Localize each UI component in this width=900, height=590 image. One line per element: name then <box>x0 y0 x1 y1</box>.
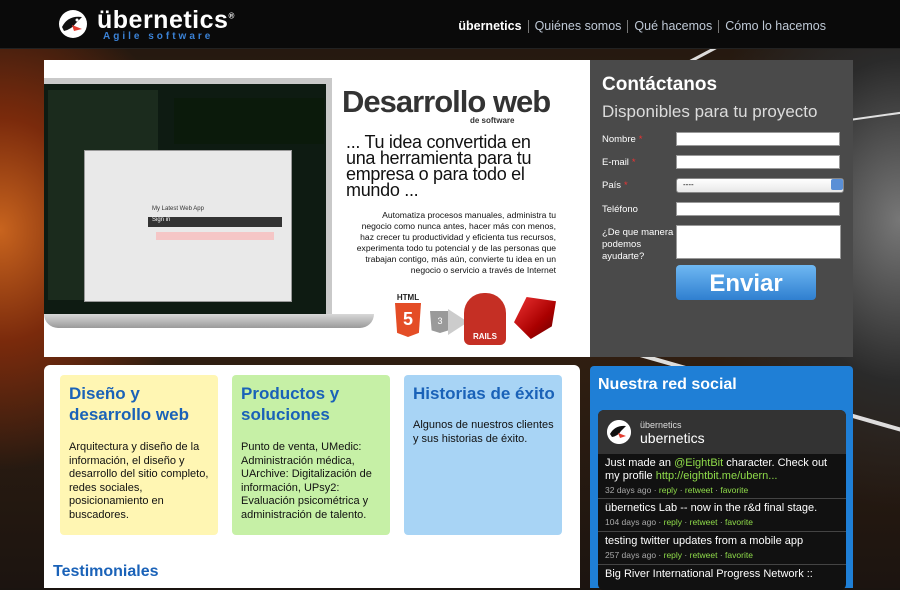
tweet-mention-link[interactable]: @EightBit <box>674 457 723 469</box>
twitter-account-name[interactable]: ubernetics <box>640 430 705 446</box>
nav-item-como-lo-hacemos[interactable]: Cómo lo hacemos <box>719 19 832 33</box>
laptop-screen-image: My Latest Web App Sign in <box>44 78 332 314</box>
contact-subtitle: Disponibles para tu proyecto <box>602 102 818 121</box>
email-field[interactable] <box>676 155 840 169</box>
social-panel: Nuestra red social übernetics ubernetics… <box>590 366 853 590</box>
tweet-meta: 104 days ago · reply · retweet · favorit… <box>605 517 753 527</box>
favorite-link[interactable]: favorite <box>725 517 753 527</box>
technology-badges: HTML 5 3 RAILS <box>392 293 582 345</box>
penguin-logo-icon[interactable] <box>58 9 88 39</box>
card-title[interactable]: Productos y soluciones <box>241 383 386 425</box>
reply-link[interactable]: reply <box>664 550 682 560</box>
card-text: Punto de venta, UMedic: Administración m… <box>241 441 372 521</box>
tweet-text: Big River International Progress Network… <box>605 568 813 580</box>
retweet-link[interactable]: retweet <box>690 517 718 527</box>
hero-banner: My Latest Web App Sign in Desarrollo web… <box>44 60 590 357</box>
twitter-account-small[interactable]: übernetics <box>640 420 682 430</box>
select-arrows-icon <box>831 179 843 190</box>
country-label: País * <box>602 180 628 191</box>
retweet-link[interactable]: retweet <box>690 550 718 560</box>
nav-item-quienes-somos[interactable]: Quiénes somos <box>529 19 628 33</box>
avatar[interactable] <box>607 420 631 444</box>
card-title[interactable]: Historias de éxito <box>413 383 558 404</box>
reply-link[interactable]: reply <box>659 485 677 495</box>
tweet-meta: 32 days ago · reply · retweet · favorite <box>605 485 749 495</box>
ruby-gem-icon <box>514 297 556 339</box>
phone-field[interactable] <box>676 202 840 216</box>
terminal-image <box>174 98 324 144</box>
tweet-text: testing twitter updates from a mobile ap… <box>605 535 804 547</box>
twitter-widget: übernetics ubernetics Just made an @Eigh… <box>598 410 846 590</box>
contact-title: Contáctanos <box>602 74 718 95</box>
favorite-link[interactable]: favorite <box>720 485 748 495</box>
retweet-link[interactable]: retweet <box>685 485 713 495</box>
laptop-alert-bar <box>156 232 274 240</box>
brand-tagline: Agile software <box>103 31 214 42</box>
tweet-link[interactable]: http://eightbit.me/ubern... <box>656 470 778 482</box>
site-header: übernetics® Agile software übernetics Qu… <box>0 0 900 49</box>
message-label: ¿De que manera podemos ayudarte? <box>602 227 674 262</box>
social-title: Nuestra red social <box>598 376 737 393</box>
tweet-text: Just made an @EightBit character. Check … <box>605 457 828 482</box>
card-historias[interactable]: Historias de éxito Algunos de nuestros c… <box>404 375 562 535</box>
name-field[interactable] <box>676 132 840 146</box>
tweet: übernetics Lab -- now in the r&d final s… <box>598 499 846 532</box>
hero-body-text: Automatiza procesos manuales, administra… <box>356 210 556 275</box>
phone-label: Teléfono <box>602 204 638 215</box>
tweet-text: übernetics Lab -- now in the r&d final s… <box>605 502 818 514</box>
rails-logo-icon: RAILS <box>464 293 506 345</box>
testimonials-title: Testimoniales <box>53 563 159 580</box>
card-text: Arquitectura y diseño de la información,… <box>69 441 209 521</box>
css3-logo-icon: 3 <box>430 311 450 333</box>
reply-link[interactable]: reply <box>664 517 682 527</box>
services-panel: Diseño y desarrollo web Arquitectura y d… <box>44 365 580 588</box>
hero-title: Desarrollo web <box>342 84 551 119</box>
laptop-signin-bar: Sign in <box>148 217 282 227</box>
nav-item-que-hacemos[interactable]: Qué hacemos <box>628 19 718 33</box>
nav-item-ubernetics[interactable]: übernetics <box>452 19 527 33</box>
laptop-base-image <box>44 314 374 328</box>
contact-form-panel: Contáctanos Disponibles para tu proyecto… <box>590 60 853 357</box>
main-nav: übernetics Quiénes somos Qué hacemos Cóm… <box>452 19 832 33</box>
hero-pitch: ... Tu idea convertida en una herramient… <box>346 132 532 200</box>
send-button[interactable]: Enviar <box>676 265 816 300</box>
card-productos[interactable]: Productos y soluciones Punto de venta, U… <box>232 375 390 535</box>
country-select[interactable]: ---- <box>676 178 844 193</box>
card-title[interactable]: Diseño y desarrollo web <box>69 383 214 425</box>
card-text: Algunos de nuestros clientes y sus histo… <box>413 419 554 445</box>
laptop-app-title: My Latest Web App <box>152 206 204 212</box>
twitter-header: übernetics ubernetics <box>598 410 846 454</box>
tweet-meta: 257 days ago · reply · retweet · favorit… <box>605 550 753 560</box>
email-label: E-mail * <box>602 157 636 168</box>
favorite-link[interactable]: favorite <box>725 550 753 560</box>
name-label: Nombre * <box>602 134 643 145</box>
tweet: testing twitter updates from a mobile ap… <box>598 532 846 565</box>
hero-subtitle: de software <box>470 116 515 125</box>
html5-logo-icon: HTML 5 <box>392 293 424 345</box>
message-textarea[interactable] <box>676 225 841 259</box>
tweet: Just made an @EightBit character. Check … <box>598 454 846 499</box>
tweet: Big River International Progress Network… <box>598 565 846 590</box>
card-diseno-web[interactable]: Diseño y desarrollo web Arquitectura y d… <box>60 375 218 535</box>
